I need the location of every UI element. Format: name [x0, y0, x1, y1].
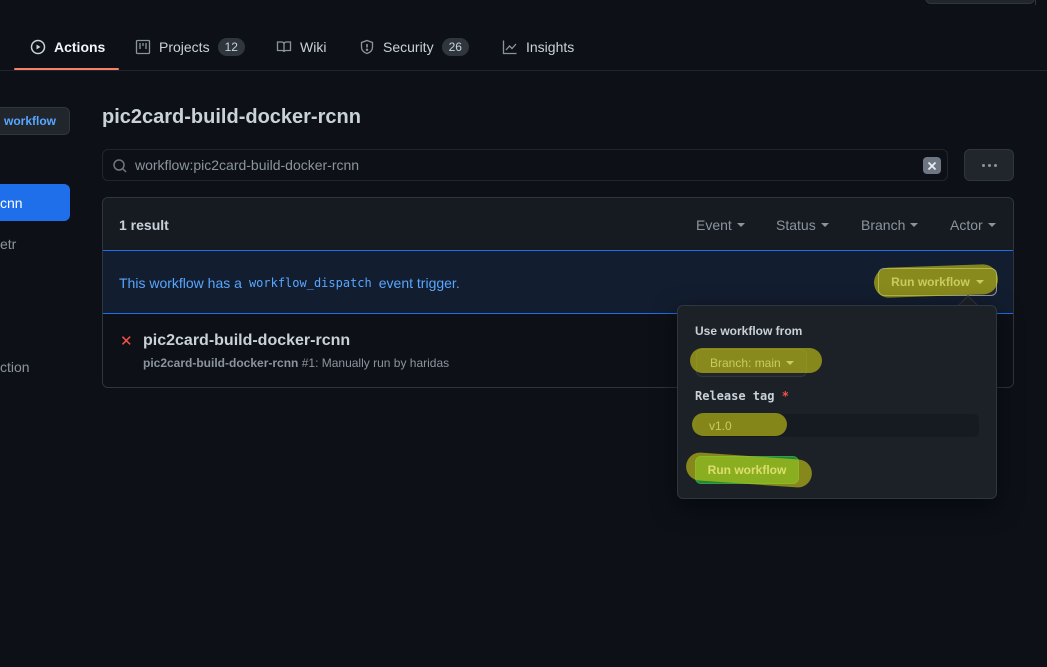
sidebar-item-label: etr	[0, 235, 17, 252]
filter-branch[interactable]: Branch	[861, 217, 919, 233]
caret-down-icon	[736, 223, 745, 227]
filter-event[interactable]: Event	[696, 217, 745, 233]
run-workflow-dropdown-button[interactable]: Run workflow	[878, 268, 997, 296]
tab-label: Security	[383, 38, 434, 55]
tab-label: Actions	[54, 38, 106, 55]
sidebar-item-label: ction	[0, 358, 30, 375]
dispatch-message: This workflow has a workflow_dispatch ev…	[119, 275, 460, 291]
caret-down-icon	[975, 280, 984, 284]
release-tag-input[interactable]	[695, 413, 980, 438]
tab-label: Projects	[159, 38, 210, 55]
dispatch-event-code: workflow_dispatch	[248, 276, 372, 290]
branch-select-button[interactable]: Branch: main	[696, 349, 807, 377]
kebab-dot	[993, 163, 997, 167]
release-tag-text: Release tag	[695, 389, 775, 403]
run-subtitle: pic2card-build-docker-rcnn #1: Manually …	[143, 356, 449, 370]
filter-label: Actor	[950, 217, 983, 233]
filter-label: Branch	[861, 217, 906, 233]
search-icon	[112, 158, 128, 174]
project-icon	[135, 39, 151, 55]
security-count-badge: 26	[441, 37, 469, 56]
run-workflow-submit-button[interactable]: Run workflow	[695, 456, 799, 484]
caret-down-icon	[785, 361, 794, 365]
filter-status[interactable]: Status	[776, 217, 829, 233]
tab-insights[interactable]: Insights	[502, 22, 574, 71]
result-count: 1 result	[119, 217, 169, 233]
close-icon	[927, 161, 937, 170]
projects-count-badge: 12	[217, 37, 245, 56]
dispatch-suffix: event trigger.	[378, 275, 460, 291]
tab-wiki[interactable]: Wiki	[276, 22, 326, 71]
filter-label: Status	[776, 217, 816, 233]
play-icon	[30, 39, 46, 55]
tab-label: Wiki	[300, 38, 327, 55]
caret-down-icon	[910, 223, 919, 227]
required-indicator: *	[781, 389, 789, 403]
graph-icon	[502, 39, 518, 55]
sidebar-item-workflow-detr[interactable]: etr	[0, 225, 70, 262]
page-title: pic2card-build-docker-rcnn	[102, 106, 361, 128]
new-workflow-label: workflow	[3, 114, 56, 128]
sidebar-item-action[interactable]: ction	[0, 348, 70, 385]
sidebar-item-workflow-rcnn[interactable]: cnn	[0, 184, 70, 221]
top-right-control[interactable]	[925, 0, 1035, 4]
book-icon	[276, 39, 292, 55]
shield-icon	[359, 39, 375, 55]
run-title[interactable]: pic2card-build-docker-rcnn	[143, 332, 350, 350]
run-workflow-popover: Use workflow from Branch: main Release t…	[677, 305, 997, 499]
caret-down-icon	[987, 223, 996, 227]
dispatch-prefix: This workflow has a	[119, 275, 242, 291]
x-icon: ✕	[120, 333, 133, 350]
tab-actions[interactable]: Actions	[30, 22, 105, 71]
new-workflow-button[interactable]: workflow	[0, 107, 70, 135]
clear-search-button[interactable]	[923, 157, 941, 174]
use-workflow-from-label: Use workflow from	[695, 324, 803, 338]
search-input[interactable]	[135, 150, 915, 180]
run-workflow-label: Run workflow	[891, 275, 970, 289]
filter-actor[interactable]: Actor	[950, 217, 996, 233]
tab-projects[interactable]: Projects 12	[135, 22, 245, 71]
results-header: 1 result Event Status Branch Actor	[103, 198, 1013, 251]
active-tab-indicator	[14, 68, 119, 70]
release-tag-label: Release tag *	[695, 389, 789, 403]
tab-label: Insights	[526, 38, 575, 55]
run-workflow-name: pic2card-build-docker-rcnn	[143, 356, 299, 370]
branch-label: Branch: main	[710, 356, 781, 370]
caret-down-icon	[820, 223, 829, 227]
run-detail: #1: Manually run by haridas	[301, 356, 450, 370]
kebab-dot	[981, 163, 985, 167]
sidebar-item-label: cnn	[0, 194, 23, 211]
workflow-search	[102, 149, 948, 181]
filter-label: Event	[696, 217, 732, 233]
more-options-button[interactable]	[964, 149, 1014, 181]
tab-security[interactable]: Security 26	[359, 22, 469, 71]
repo-nav: Actions Projects 12 Wiki Security 26 Ins…	[0, 22, 1047, 71]
divider	[1035, 0, 1036, 5]
kebab-dot	[987, 163, 991, 167]
